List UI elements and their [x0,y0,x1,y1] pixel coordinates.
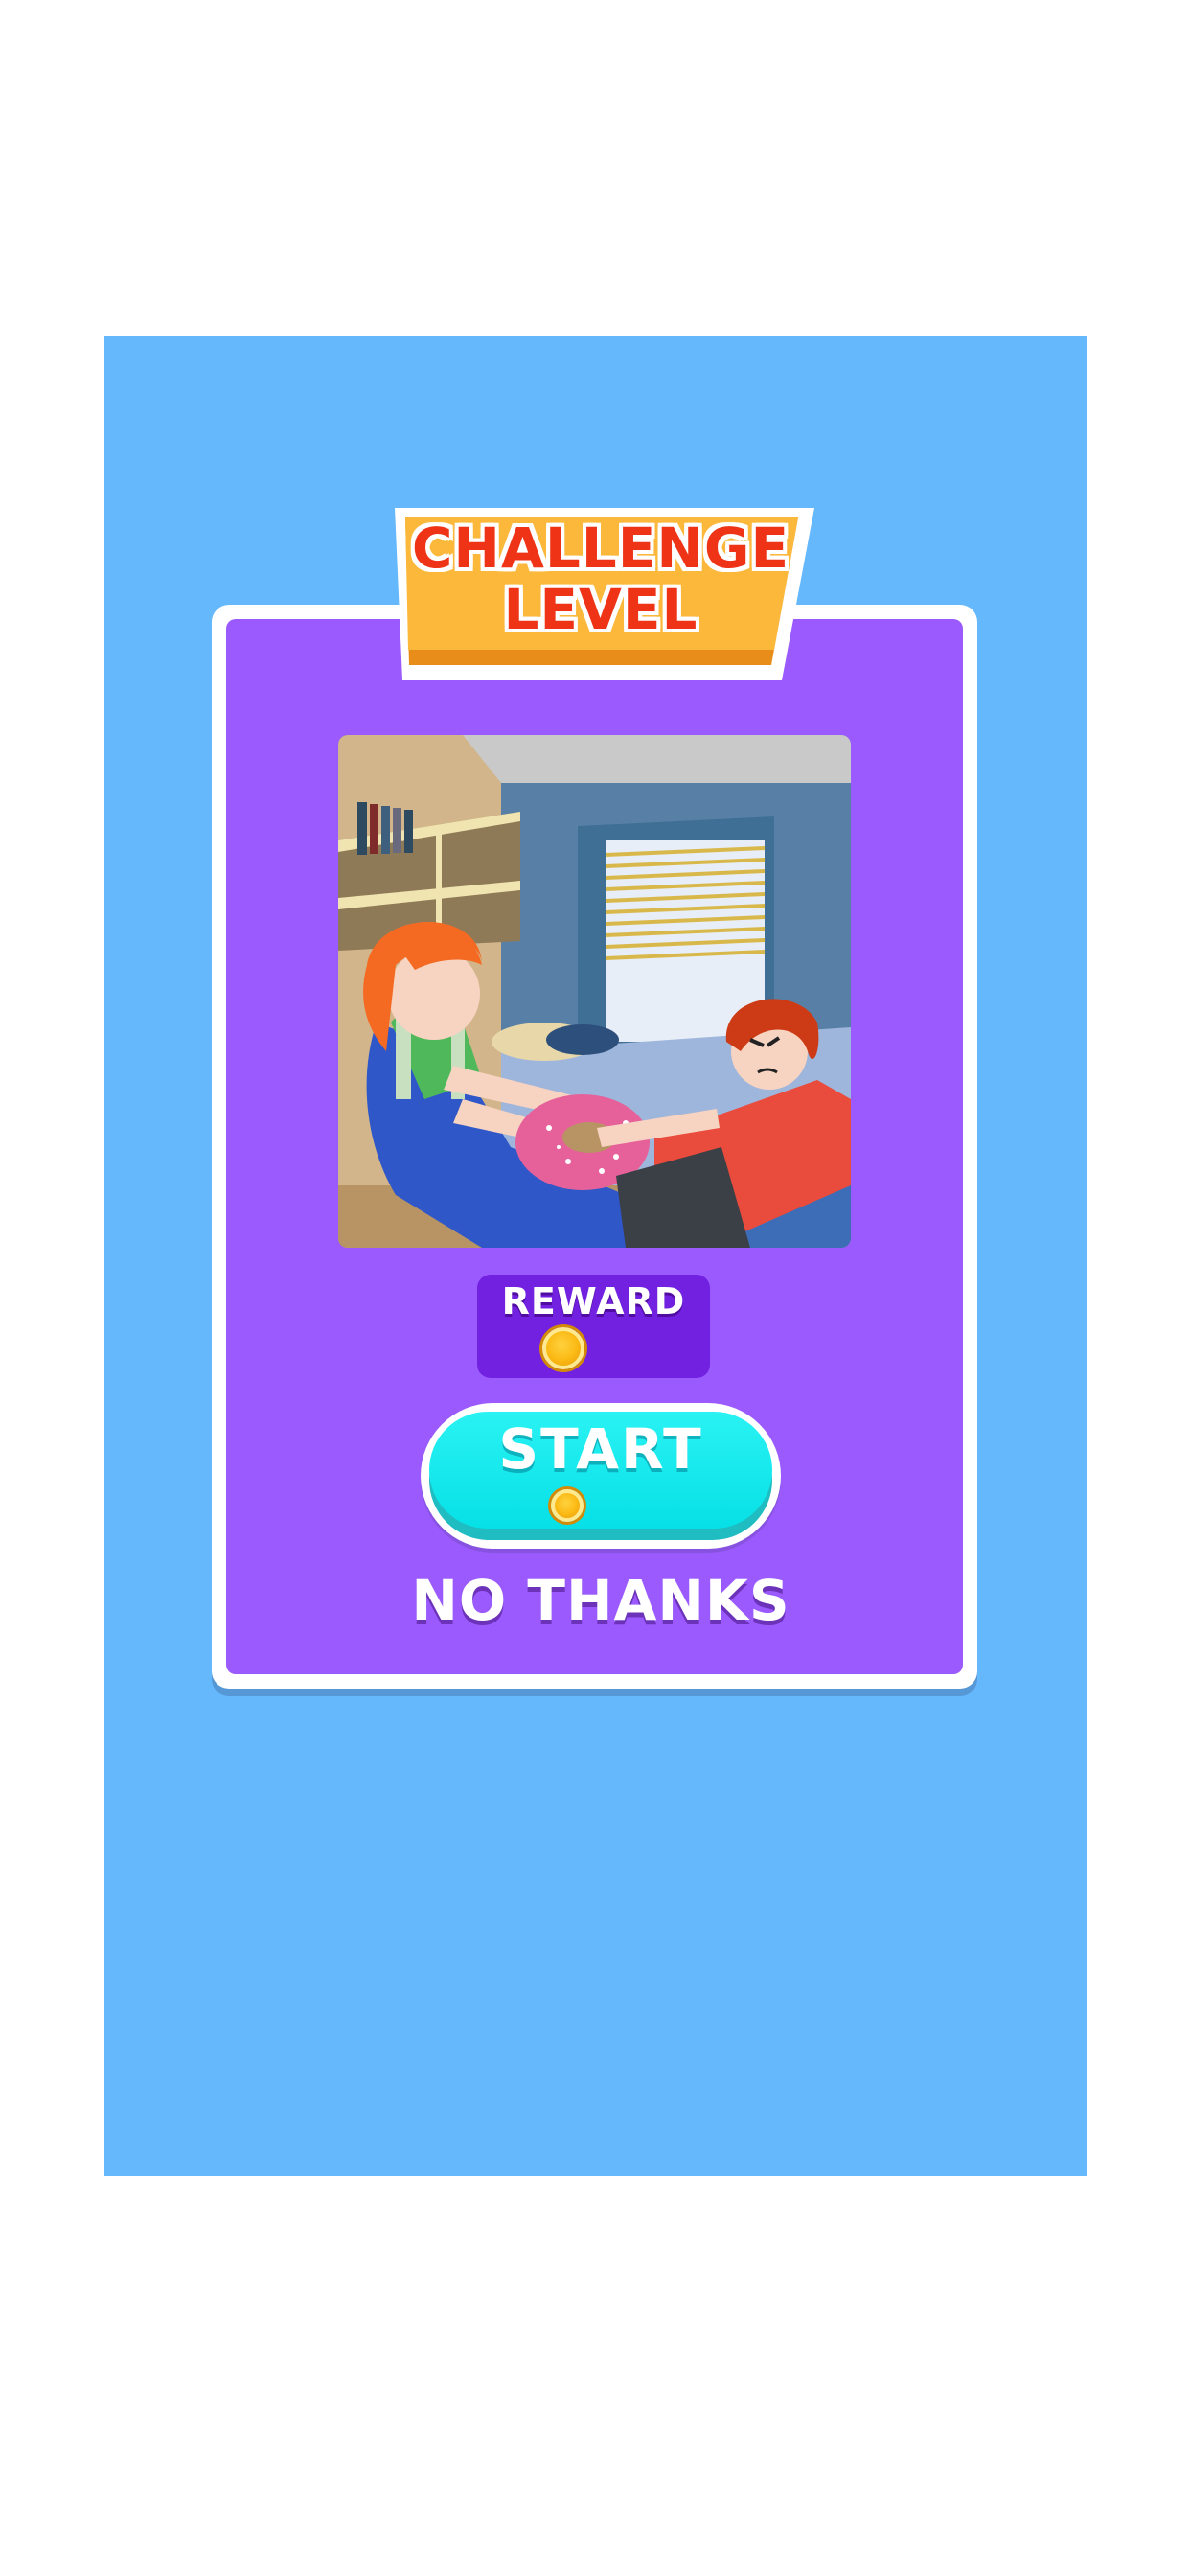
reward-panel: REWARD [477,1275,710,1378]
start-button-label: START [498,1416,703,1482]
no-thanks-button[interactable]: NO THANKS [383,1568,818,1633]
level-illustration [338,735,851,1248]
coin-icon [542,1327,584,1369]
coin-icon [551,1489,584,1522]
reward-label: REWARD [501,1280,686,1322]
start-button[interactable]: START [421,1403,781,1549]
banner-title: CHALLENGE LEVEL [395,518,807,640]
challenge-banner: CHALLENGE LEVEL [395,502,814,684]
banner-line2: LEVEL [503,577,698,642]
banner-line1: CHALLENGE [411,516,790,581]
